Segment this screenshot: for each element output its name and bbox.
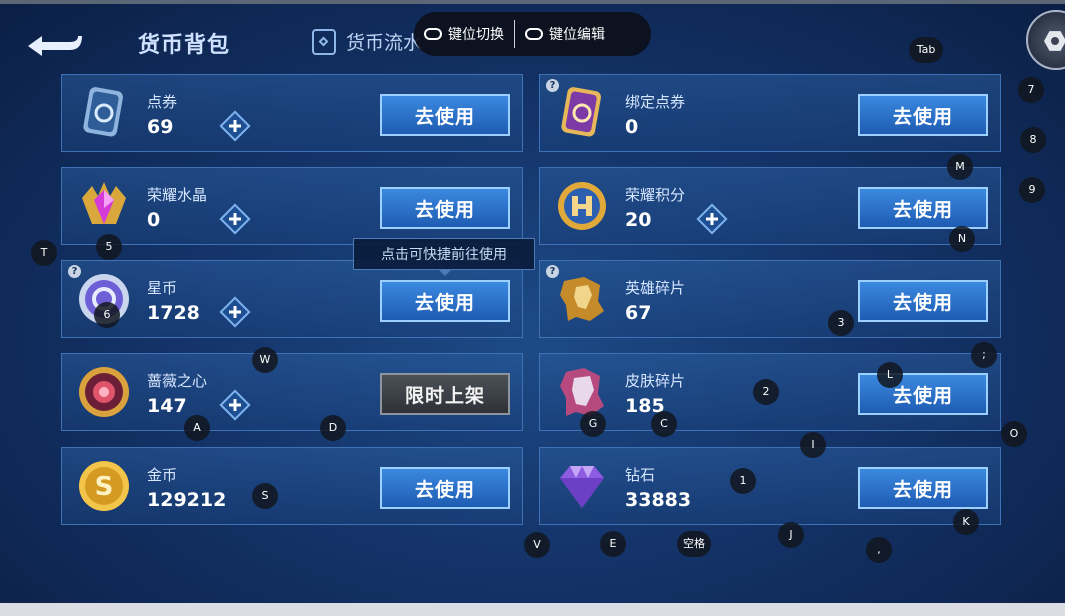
flow-icon <box>312 28 336 55</box>
key-hint: 1 <box>730 468 756 494</box>
key-hint: M <box>947 154 973 180</box>
currency-card-star-coin: ? 星币 1728 去使用 <box>61 260 523 338</box>
currency-card-glory-crystal: 荣耀水晶 0 去使用 <box>61 167 523 245</box>
key-hint: 2 <box>753 379 779 405</box>
currency-amount: 69 <box>147 116 174 138</box>
rose-heart-icon <box>79 367 129 417</box>
window-top-edge <box>0 0 1065 4</box>
quick-use-tooltip: 点击可快捷前往使用 <box>353 238 535 276</box>
key-hint: N <box>949 226 975 252</box>
key-hint: G <box>580 411 606 437</box>
currency-amount: 0 <box>625 116 639 138</box>
add-star-coin-button[interactable] <box>219 296 251 328</box>
use-button[interactable]: 去使用 <box>858 94 988 136</box>
currency-name: 蔷薇之心 <box>147 372 208 390</box>
key-hint: 5 <box>96 234 122 260</box>
key-hint: 9 <box>1019 177 1045 203</box>
page-title: 货币背包 <box>138 33 231 58</box>
key-hint: 空格 <box>677 531 711 557</box>
currency-name: 钻石 <box>625 466 656 484</box>
hexagon-settings-icon <box>1044 31 1065 51</box>
glory-crystal-icon <box>82 182 126 224</box>
key-hint: O <box>1001 421 1027 447</box>
limited-time-badge: 限时上架 <box>380 373 510 415</box>
currency-name: 点券 <box>147 93 178 111</box>
key-hint: T <box>31 240 57 266</box>
use-button[interactable]: 去使用 <box>858 187 988 229</box>
currency-card-rose-heart: 蔷薇之心 147 限时上架 <box>61 353 523 431</box>
key-edit-button[interactable]: 键位编辑 <box>515 12 615 56</box>
currency-amount: 67 <box>625 302 652 324</box>
diamond-icon <box>560 466 604 508</box>
currency-amount: 129212 <box>147 489 227 511</box>
currency-name: 绑定点券 <box>625 93 686 111</box>
back-arrow-icon[interactable] <box>24 26 84 58</box>
use-button[interactable]: 去使用 <box>380 467 510 509</box>
currency-amount: 147 <box>147 395 187 417</box>
use-button[interactable]: 去使用 <box>380 94 510 136</box>
key-hint: Tab <box>909 37 943 63</box>
glory-points-icon <box>558 182 606 230</box>
currency-name: 金币 <box>147 466 178 484</box>
currency-amount: 33883 <box>625 489 692 511</box>
gamepad-icon <box>424 28 442 40</box>
key-hint: 7 <box>1018 77 1044 103</box>
key-hint: 8 <box>1020 127 1046 153</box>
currency-name: 荣耀水晶 <box>147 186 208 204</box>
key-switch-button[interactable]: 键位切换 <box>414 12 514 56</box>
currency-flow-tab[interactable]: 货币流水 <box>312 28 422 55</box>
use-button[interactable]: 去使用 <box>380 187 510 229</box>
currency-amount: 20 <box>625 209 652 231</box>
key-hint: S <box>252 483 278 509</box>
gamepad-icon <box>525 28 543 40</box>
add-rose-heart-button[interactable] <box>219 389 251 421</box>
gold-coin-icon: S <box>79 461 129 511</box>
settings-button[interactable] <box>1026 10 1065 70</box>
add-voucher-button[interactable] <box>219 110 251 142</box>
hero-fragment-icon <box>560 277 604 321</box>
key-mapping-toolbar: 键位切换 键位编辑 <box>414 12 651 56</box>
key-hint: J <box>778 522 804 548</box>
currency-name: 荣耀积分 <box>625 186 686 204</box>
voucher-ticket-icon <box>83 87 123 137</box>
use-button[interactable]: 去使用 <box>858 280 988 322</box>
currency-name: 皮肤碎片 <box>625 372 686 390</box>
key-hint: , <box>866 537 892 563</box>
svg-text:S: S <box>95 472 114 502</box>
key-hint: I <box>800 432 826 458</box>
use-button[interactable]: 去使用 <box>858 467 988 509</box>
currency-card-diangquan: 点券 69 去使用 <box>61 74 523 152</box>
taskbar-strip <box>0 603 1065 616</box>
key-hint: W <box>252 347 278 373</box>
key-hint: L <box>877 362 903 388</box>
add-crystal-button[interactable] <box>219 203 251 235</box>
currency-amount: 0 <box>147 209 161 231</box>
currency-amount: 1728 <box>147 302 200 324</box>
currency-name: 英雄碎片 <box>625 279 686 297</box>
currency-card-hero-fragment: ? 英雄碎片 67 去使用 <box>539 260 1001 338</box>
key-hint: K <box>953 509 979 535</box>
key-hint: 3 <box>828 310 854 336</box>
add-points-button[interactable] <box>696 203 728 235</box>
currency-card-diamond: 钻石 33883 去使用 <box>539 447 1001 525</box>
currency-card-bound-voucher: ? 绑定点券 0 去使用 <box>539 74 1001 152</box>
key-hint: ; <box>971 342 997 368</box>
currency-flow-label: 货币流水 <box>346 32 423 54</box>
key-hint: V <box>524 532 550 558</box>
key-hint: 6 <box>94 302 120 328</box>
key-hint: E <box>600 531 626 557</box>
key-hint: A <box>184 415 210 441</box>
currency-card-glory-points: 荣耀积分 20 去使用 <box>539 167 1001 245</box>
currency-card-gold: S 金币 129212 去使用 <box>61 447 523 525</box>
use-button[interactable]: 去使用 <box>380 280 510 322</box>
key-edit-label: 键位编辑 <box>549 27 605 43</box>
currency-name: 星币 <box>147 279 178 297</box>
key-switch-label: 键位切换 <box>448 27 504 43</box>
bound-voucher-icon <box>561 87 601 137</box>
key-hint: D <box>320 415 346 441</box>
key-hint: C <box>651 411 677 437</box>
skin-fragment-icon <box>560 368 604 416</box>
